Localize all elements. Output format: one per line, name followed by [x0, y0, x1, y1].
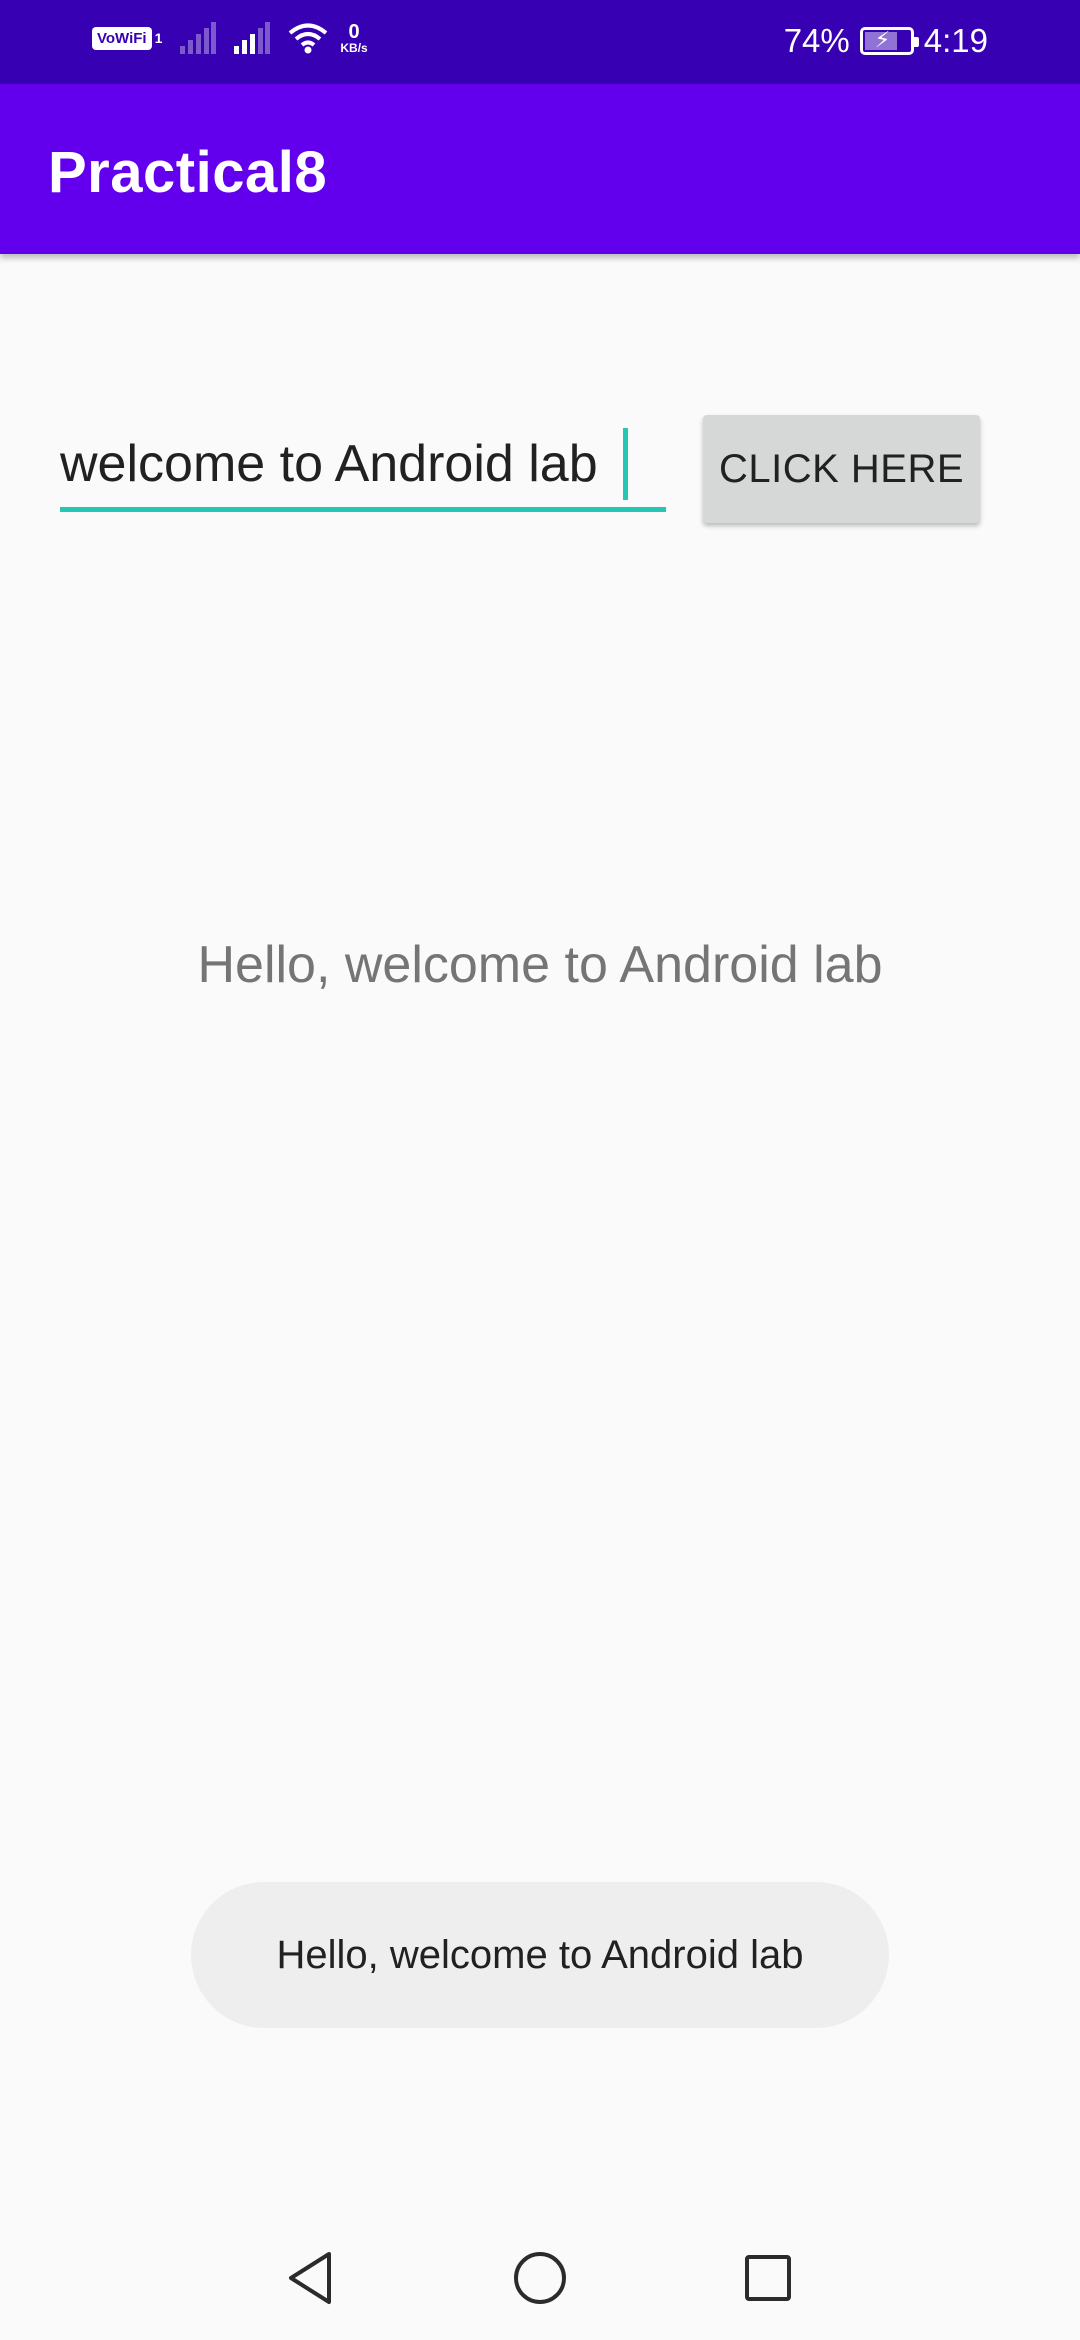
home-button[interactable]: [510, 2248, 570, 2308]
vowifi-sim-number: 1: [154, 30, 163, 46]
clock: 4:19: [923, 22, 988, 59]
navigation-bar: [0, 2216, 1080, 2340]
back-triangle-icon: [289, 2252, 331, 2304]
network-speed-unit: KB/s: [340, 41, 368, 55]
recents-button[interactable]: [738, 2248, 798, 2308]
charging-bolt-icon: ⚡: [874, 27, 891, 52]
network-speed-value: 0: [348, 21, 360, 43]
screen: VoWiFi 1 0 KB/s 74% ⚡ 4:19 Practical8 we…: [0, 0, 1080, 2340]
signal-sim2-icon: [234, 22, 271, 54]
toast: Hello, welcome to Android lab: [191, 1882, 889, 2028]
status-icons-right: 74% ⚡ 4:19: [784, 22, 988, 60]
text-input-container: [60, 420, 666, 512]
vowifi-icon: VoWiFi 1: [92, 26, 163, 50]
app-title: Practical8: [48, 140, 328, 205]
message-input[interactable]: [60, 420, 666, 507]
status-icons-left: VoWiFi 1 0 KB/s: [92, 22, 368, 54]
network-speed: 0 KB/s: [340, 22, 367, 54]
wifi-icon: [289, 23, 328, 54]
home-circle-icon: [514, 2252, 566, 2304]
recents-square-icon: [745, 2255, 791, 2301]
battery-percent: 74%: [783, 22, 850, 59]
battery-tip: [913, 37, 919, 47]
toast-message: Hello, welcome to Android lab: [276, 1932, 804, 1977]
status-bar: VoWiFi 1 0 KB/s 74% ⚡ 4:19: [0, 0, 1080, 84]
text-cursor: [623, 428, 628, 500]
app-bar: Practical8: [0, 84, 1080, 254]
signal-sim1-icon: [180, 22, 217, 54]
back-button[interactable]: [280, 2248, 340, 2308]
click-here-button[interactable]: CLICK HERE: [703, 415, 980, 523]
output-text: Hello, welcome to Android lab: [197, 936, 883, 994]
battery-icon: ⚡: [859, 27, 919, 55]
vowifi-label: VoWiFi: [92, 26, 152, 50]
